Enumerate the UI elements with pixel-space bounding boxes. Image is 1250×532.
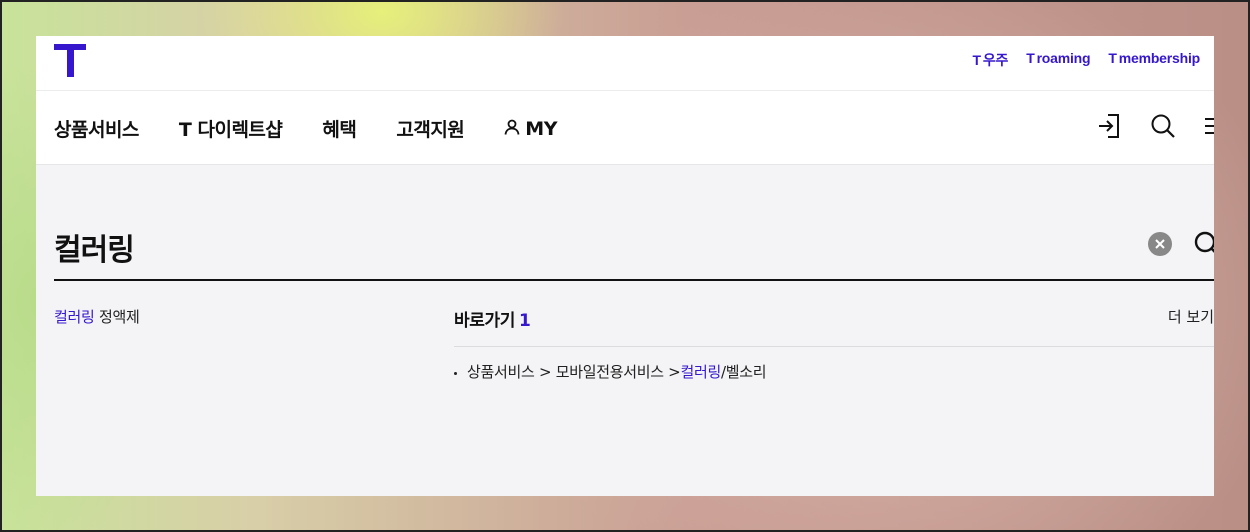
- nav-item-my-label: MY: [525, 117, 557, 140]
- bullet: [454, 372, 457, 375]
- util-link-roaming[interactable]: Troaming: [1026, 50, 1090, 70]
- search-icon[interactable]: [1148, 111, 1178, 141]
- shortcut-section-header: 바로가기 1 더 보기: [454, 306, 1214, 347]
- tworld-logo[interactable]: [54, 44, 86, 77]
- browser-page: T 우주 Troaming Tmembership 상품서비스 T 다이렉트샵 혜…: [36, 36, 1214, 496]
- nav-item-benefits[interactable]: 혜택: [322, 115, 356, 142]
- menu-icon[interactable]: [1202, 111, 1214, 141]
- utility-bar: T 우주 Troaming Tmembership: [36, 36, 1214, 90]
- result-suffix: /벨소리: [720, 363, 767, 381]
- close-circle-icon: [1154, 235, 1166, 254]
- search-input[interactable]: [54, 225, 1054, 269]
- util-link-ujoo[interactable]: T 우주: [972, 50, 1008, 70]
- shortcut-title: 바로가기: [454, 311, 515, 331]
- search-bar: [54, 221, 1214, 281]
- main-nav: 상품서비스 T 다이렉트샵 혜택 고객지원 MY: [36, 90, 1214, 165]
- more-button[interactable]: 더 보기: [1168, 306, 1214, 327]
- result-path: 상품서비스 > 모바일전용서비스 >: [467, 363, 681, 381]
- nav-item-direct-shop[interactable]: T 다이렉트샵: [179, 115, 283, 142]
- util-link-membership[interactable]: Tmembership: [1108, 50, 1200, 70]
- search-icon: [1192, 231, 1214, 263]
- nav-item-products[interactable]: 상품서비스: [54, 115, 139, 142]
- shortcut-count: 1: [518, 311, 531, 331]
- search-submit-button[interactable]: [1192, 229, 1214, 259]
- nav-item-support[interactable]: 고객지원: [396, 115, 464, 142]
- nav-item-my[interactable]: MY: [504, 115, 557, 142]
- login-icon[interactable]: [1094, 111, 1124, 141]
- suggestion-rest: 정액제: [94, 308, 140, 326]
- suggestion-highlight: 컬러링: [54, 308, 95, 326]
- clear-search-button[interactable]: [1148, 232, 1172, 256]
- person-icon: [504, 118, 520, 140]
- shortcut-result-item[interactable]: 상품서비스 > 모바일전용서비스 > 컬러링 /벨소리: [454, 361, 767, 382]
- result-highlight: 컬러링: [680, 363, 721, 381]
- utility-links: T 우주 Troaming Tmembership: [972, 50, 1200, 70]
- search-suggestion[interactable]: 컬러링 정액제: [54, 306, 140, 327]
